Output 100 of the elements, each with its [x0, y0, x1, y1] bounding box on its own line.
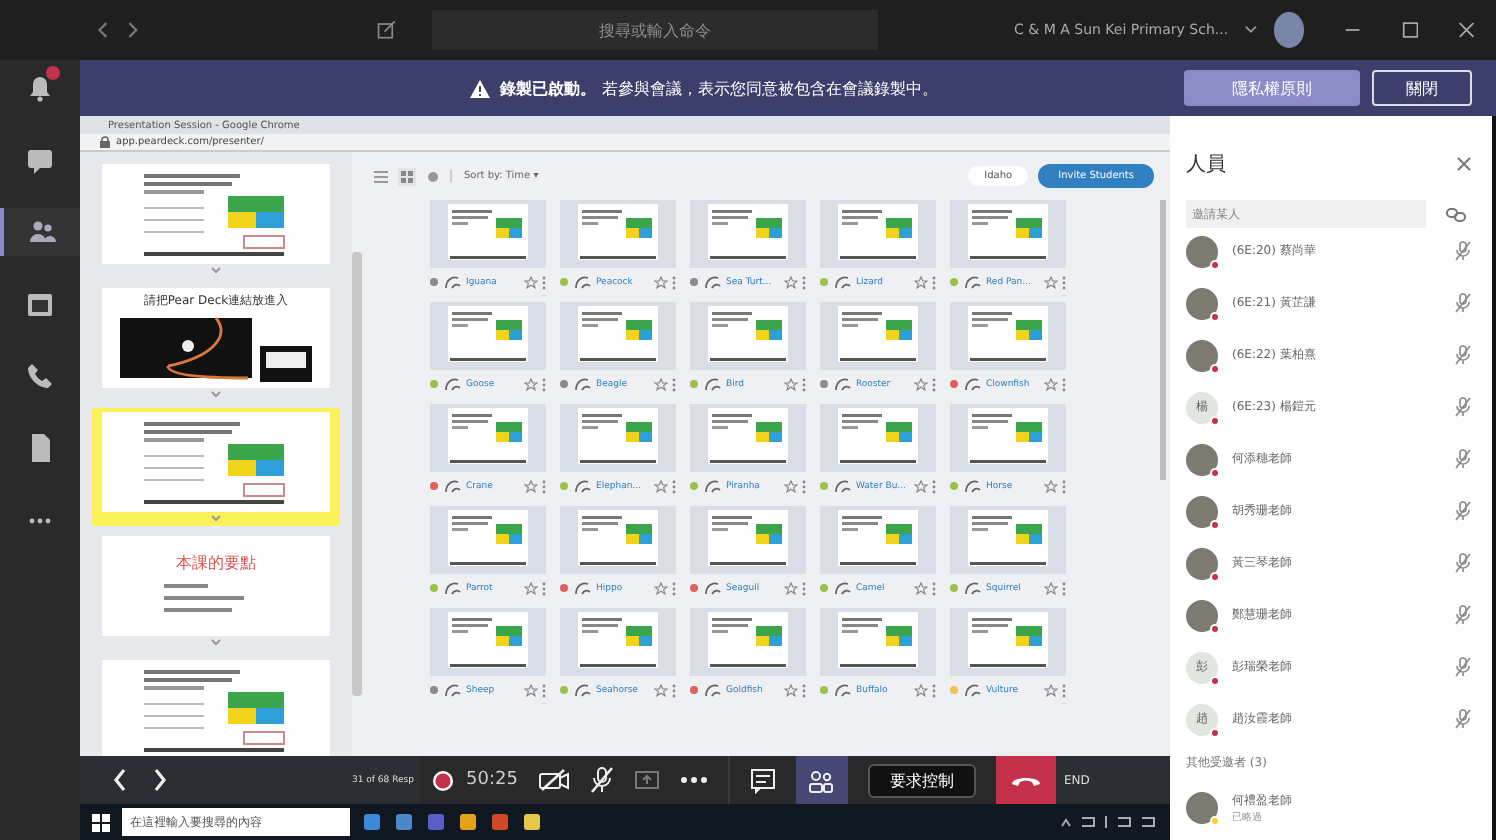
list-view-icon[interactable]: [374, 169, 388, 183]
star-icon[interactable]: [654, 581, 668, 595]
response-thumbnail[interactable]: [820, 506, 936, 574]
chevron-down-icon[interactable]: [1244, 24, 1258, 36]
response-thumbnail[interactable]: [690, 608, 806, 676]
more-options-icon[interactable]: [679, 776, 708, 784]
star-icon[interactable]: [1044, 683, 1058, 697]
response-thumbnail[interactable]: [950, 506, 1066, 574]
share-screen-icon[interactable]: [633, 769, 660, 791]
participants-button[interactable]: [795, 756, 848, 804]
privacy-button[interactable]: 隱私權原則: [1184, 70, 1360, 106]
back-icon[interactable]: [96, 20, 110, 40]
forward-icon[interactable]: [125, 20, 140, 40]
response-thumbnail[interactable]: [950, 302, 1066, 370]
star-icon[interactable]: [1044, 479, 1058, 493]
response-thumbnail[interactable]: [560, 506, 676, 574]
request-control-button[interactable]: 要求控制: [867, 763, 976, 797]
compose-icon[interactable]: [375, 18, 396, 42]
response-thumbnail[interactable]: [430, 506, 546, 574]
search-field[interactable]: 搜尋或輸入命令: [431, 10, 879, 50]
star-icon[interactable]: [1044, 377, 1058, 391]
rail-button[interactable]: [0, 208, 80, 256]
link-icon[interactable]: [1446, 207, 1466, 221]
previous-icon[interactable]: [112, 768, 128, 792]
star-icon[interactable]: [914, 479, 928, 493]
star-icon[interactable]: [654, 683, 668, 697]
doodle-icon: [832, 374, 852, 394]
scrollbar[interactable]: [1160, 200, 1166, 480]
microphone-off-icon[interactable]: [589, 766, 614, 794]
response-thumbnail[interactable]: [560, 404, 676, 472]
star-icon[interactable]: [1044, 581, 1058, 595]
star-icon[interactable]: [524, 275, 538, 289]
response-thumbnail[interactable]: [560, 200, 676, 268]
response-thumbnail[interactable]: [690, 302, 806, 370]
chat-icon[interactable]: [749, 767, 776, 793]
response-thumbnail[interactable]: [690, 506, 806, 574]
star-icon[interactable]: [524, 479, 538, 493]
star-icon[interactable]: [1044, 275, 1058, 289]
maximize-icon[interactable]: [1401, 20, 1419, 40]
star-icon[interactable]: [524, 581, 538, 595]
doodle-icon: [442, 680, 462, 700]
response-thumbnail[interactable]: [950, 404, 1066, 472]
star-icon[interactable]: [784, 683, 798, 697]
response-thumbnail[interactable]: [950, 608, 1066, 676]
doodle-icon: [962, 680, 982, 700]
expand-icon[interactable]: [210, 638, 222, 646]
scrollbar[interactable]: [352, 252, 362, 696]
response-thumbnail[interactable]: [430, 302, 546, 370]
response-thumbnail[interactable]: [820, 404, 936, 472]
response-thumbnail[interactable]: [820, 608, 936, 676]
expand-icon[interactable]: [210, 266, 222, 274]
doodle-icon: [962, 374, 982, 394]
response-thumbnail[interactable]: [690, 200, 806, 268]
response-thumbnail[interactable]: [950, 200, 1066, 268]
slide-title: 本課的要點: [176, 551, 256, 573]
avatar[interactable]: [1273, 12, 1305, 48]
circle-view-icon[interactable]: [426, 169, 440, 183]
response-thumbnail[interactable]: [560, 608, 676, 676]
star-icon[interactable]: [914, 377, 928, 391]
response-thumbnail[interactable]: [690, 404, 806, 472]
close-button[interactable]: 關閉: [1372, 70, 1472, 106]
star-icon[interactable]: [784, 479, 798, 493]
star-icon[interactable]: [524, 377, 538, 391]
star-icon[interactable]: [784, 581, 798, 595]
camera-off-icon[interactable]: [537, 768, 570, 792]
slide-thumbnail[interactable]: [92, 408, 340, 526]
next-icon[interactable]: [152, 768, 168, 792]
expand-icon[interactable]: [210, 390, 222, 398]
star-icon[interactable]: [914, 581, 928, 595]
star-icon[interactable]: [654, 377, 668, 391]
star-icon[interactable]: [914, 683, 928, 697]
windows-icon[interactable]: [92, 813, 110, 831]
recording-notice: 錄製已啟動。 若參與會議，表示您同意被包含在會議錄製中。: [500, 77, 938, 99]
doodle-icon: [442, 578, 462, 598]
call-timer: 50:25: [466, 770, 518, 790]
doodle-icon: [702, 272, 722, 292]
star-icon[interactable]: [784, 377, 798, 391]
response-thumbnail[interactable]: [430, 404, 546, 472]
star-icon[interactable]: [654, 275, 668, 289]
doodle-icon: [572, 578, 592, 598]
record-icon: [432, 769, 454, 791]
doodle-icon: [572, 476, 592, 496]
response-thumbnail[interactable]: [820, 200, 936, 268]
response-thumbnail[interactable]: [560, 302, 676, 370]
doodle-icon: [962, 578, 982, 598]
response-thumbnail[interactable]: [430, 200, 546, 268]
doodle-icon: [702, 680, 722, 700]
response-thumbnail[interactable]: [820, 302, 936, 370]
star-icon[interactable]: [524, 683, 538, 697]
close-icon[interactable]: [1458, 20, 1476, 40]
star-icon[interactable]: [654, 479, 668, 493]
star-icon[interactable]: [784, 275, 798, 289]
response-thumbnail[interactable]: [430, 608, 546, 676]
grid-view-icon[interactable]: [398, 167, 416, 185]
star-icon[interactable]: [914, 275, 928, 289]
hang-up-button[interactable]: [995, 756, 1056, 804]
close-icon[interactable]: [1456, 156, 1472, 172]
expand-icon[interactable]: [210, 514, 222, 522]
doodle-icon: [442, 476, 462, 496]
system-tray-icon[interactable]: [1058, 814, 1158, 830]
